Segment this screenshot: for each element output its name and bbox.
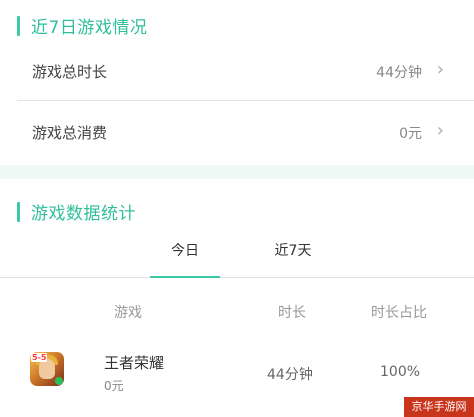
row-divider xyxy=(17,100,474,101)
tab-active-indicator xyxy=(150,276,220,278)
column-header-ratio: 时长占比 xyxy=(371,305,427,321)
total-time-value: 44分钟 xyxy=(376,65,422,81)
chevron-right-icon: › xyxy=(436,120,444,141)
chevron-right-icon: › xyxy=(436,59,444,80)
stats-section-header: 游戏数据统计 xyxy=(0,190,474,234)
stats-section-title: 游戏数据统计 xyxy=(31,204,136,224)
recent-section-header: 近7日游戏情况 xyxy=(0,4,474,48)
game-cost: 0元 xyxy=(104,379,124,393)
total-spend-label: 游戏总消费 xyxy=(32,124,108,142)
app-tag-icon xyxy=(55,377,63,385)
total-time-row[interactable]: 游戏总时长 44分钟 › xyxy=(0,47,474,97)
tab-today[interactable]: 今日 xyxy=(145,240,225,260)
tab-bar-divider xyxy=(0,277,474,278)
section-accent-bar xyxy=(17,16,20,36)
section-gap xyxy=(0,165,474,179)
game-ratio: 100% xyxy=(380,364,421,380)
total-spend-row[interactable]: 游戏总消费 0元 › xyxy=(0,108,474,158)
game-name: 王者荣耀 xyxy=(104,354,165,372)
column-header-game: 游戏 xyxy=(114,305,142,321)
game-duration: 44分钟 xyxy=(267,367,313,383)
app-badge: 5-5 xyxy=(31,353,48,362)
tab-last-7-days[interactable]: 近7天 xyxy=(253,240,333,260)
recent-section-title: 近7日游戏情况 xyxy=(31,18,148,38)
total-time-label: 游戏总时长 xyxy=(32,63,108,81)
total-spend-value: 0元 xyxy=(399,126,422,142)
watermark: 京华手游网 xyxy=(404,397,474,417)
honor-of-kings-app-icon: 5-5 xyxy=(30,352,64,386)
column-header-duration: 时长 xyxy=(278,305,306,321)
section-accent-bar xyxy=(17,202,20,222)
